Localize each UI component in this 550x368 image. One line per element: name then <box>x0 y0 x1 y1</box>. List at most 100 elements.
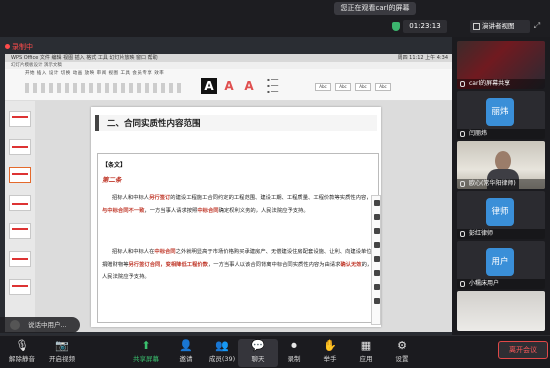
highlighted-text: 中标合同 <box>197 207 219 214</box>
mac-menu-bar: WPS Office 文件 编辑 视图 插入 格式 工具 幻灯片放映 窗口 帮助… <box>5 54 452 62</box>
participant-tile[interactable]: 律师 彭红律师 <box>457 191 545 239</box>
text-style-a-red-icon: A <box>224 79 234 93</box>
apps-icon: ▦ <box>360 339 372 352</box>
slide-thumbnails <box>5 101 35 332</box>
avatar: 丽炜 <box>486 98 514 126</box>
highlighted-text: 与中标合同不一致 <box>102 207 145 214</box>
mac-clock: 周四 11:12 上午 4:34 <box>397 55 448 61</box>
start-video-button[interactable]: 📷 开启视频 <box>42 339 82 367</box>
mic-muted-icon: 🎙 <box>15 339 29 352</box>
share-screen-label: 共享屏幕 <box>133 355 159 363</box>
speaker-avatar-icon <box>10 320 20 330</box>
clause-label: 【条文】 <box>102 162 127 169</box>
participant-panel: carl的屏幕共享 丽炜 闫丽炜 欧心(常华阳律师) 律师 彭红律师 用户 小糯… <box>452 37 550 335</box>
recording-indicator: 录制中 <box>5 42 33 52</box>
apps-button[interactable]: ▦ 应用 <box>346 339 386 367</box>
slide-thumbnail <box>9 251 31 267</box>
record-icon: ⏺ <box>291 339 297 352</box>
paragraph-1: 招标人和中标人另行签订的建设工程施工合同约定的工程范围、建设工期、工程质量、工程… <box>102 192 374 217</box>
slide-thumbnail <box>9 139 31 155</box>
tool-icon[interactable] <box>374 228 380 234</box>
fullscreen-icon[interactable]: ⤢ <box>532 21 542 31</box>
participant-name-bar: 闫丽炜 <box>457 129 545 139</box>
slide-title: 二、合同实质性内容范围 <box>107 119 201 129</box>
settings-button[interactable]: ⚙ 设置 <box>382 339 422 367</box>
paragraph-text: ，一方当事人请求按照 <box>144 207 198 214</box>
participant-tile[interactable] <box>457 291 545 331</box>
invite-label: 邀请 <box>179 355 193 363</box>
slide-thumbnail <box>9 195 31 211</box>
highlighted-text: 确认无效 <box>340 261 362 268</box>
leave-meeting-button[interactable]: 离开会议 <box>498 341 548 359</box>
tool-icon[interactable] <box>374 284 380 290</box>
paragraph-text: 招标人和中标人在 <box>112 249 155 255</box>
raise-hand-label: 举手 <box>323 355 337 363</box>
participant-name: 闫丽炜 <box>469 130 488 137</box>
tool-icon[interactable] <box>374 298 380 304</box>
shared-screen: 录制中 WPS Office 文件 编辑 视图 插入 格式 工具 幻灯片放映 窗… <box>0 37 452 335</box>
settings-label: 设置 <box>395 355 409 363</box>
meeting-toolbar: 🎙 解除静音 📷 开启视频 ⬆ 共享屏幕 👤 邀请 👥 成员(39) 💬 聊天 ⏺ 录制 ✋ 举… <box>0 335 550 368</box>
participant-name: 欧心(常华阳律师) <box>469 180 516 187</box>
speaker-view-button[interactable]: 演讲者视图 <box>470 20 530 33</box>
chat-button[interactable]: 💬 聊天 <box>238 339 278 367</box>
participant-tile[interactable]: 用户 小糯床用户 <box>457 241 545 289</box>
ribbon-menu: 开始 插入 设计 切换 动画 放映 审阅 视图 工具 会员专享 效率 <box>25 71 165 76</box>
mic-icon <box>460 81 465 87</box>
unmute-label: 解除静音 <box>9 355 35 363</box>
raise-hand-button[interactable]: ✋ 举手 <box>310 339 350 367</box>
tool-icon[interactable] <box>374 256 380 262</box>
slide-canvas: 二、合同实质性内容范围 【条文】 第二条 招标人和中标人另行签订的建设工程施工合… <box>35 101 452 332</box>
participant-name-bar: 小糯床用户 <box>457 279 545 289</box>
slide-content-box: 【条文】 第二条 招标人和中标人另行签订的建设工程施工合同约定的工程范围、建设工… <box>97 153 379 323</box>
members-button[interactable]: 👥 成员(39) <box>202 339 242 367</box>
wps-tab-bar: 幻灯片模板设计 演示文稿 <box>5 62 452 69</box>
record-dot-icon <box>5 44 10 49</box>
text-style-a-dark-icon: A <box>201 78 217 94</box>
article-heading: 第二条 <box>102 176 122 184</box>
record-button[interactable]: ⏺ 录制 <box>274 339 314 367</box>
tool-icon[interactable] <box>374 200 380 206</box>
paragraph-2: 招标人和中标人在中标合同之外就明显高于市场价格购买承建房产、无偿建设住房配套设施… <box>102 246 374 284</box>
tool-icon[interactable] <box>374 214 380 220</box>
raise-hand-icon: ✋ <box>323 339 337 352</box>
members-label: 成员(39) <box>208 355 236 363</box>
unmute-button[interactable]: 🎙 解除静音 <box>2 339 42 367</box>
participant-name: carl的屏幕共享 <box>469 80 511 87</box>
paragraph-text: 的建设工程施工合同约定的工程范围、建设工期、工程质量、工程价款等实质性内容， <box>170 195 372 201</box>
speaker-view-label: 演讲者视图 <box>482 22 515 30</box>
share-screen-button[interactable]: ⬆ 共享屏幕 <box>126 339 166 367</box>
ribbon-style-box: Abc <box>315 83 331 91</box>
apps-label: 应用 <box>359 355 373 363</box>
mic-icon <box>460 131 465 137</box>
participant-name-bar: carl的屏幕共享 <box>457 79 545 89</box>
camera-off-icon: 📷 <box>55 339 69 352</box>
record-label: 录制 <box>287 355 301 363</box>
meeting-timer: 01:23:13 <box>403 20 447 33</box>
recording-label: 录制中 <box>12 43 33 51</box>
highlighted-text: 另行签订 <box>149 195 171 201</box>
ribbon-tools <box>25 83 185 93</box>
participant-tile[interactable]: 丽炜 闫丽炜 <box>457 91 545 139</box>
participant-name-bar: 彭红律师 <box>457 229 545 239</box>
chat-icon: 💬 <box>251 339 265 352</box>
participant-tile[interactable]: carl的屏幕共享 <box>457 41 545 89</box>
tool-icon[interactable] <box>374 270 380 276</box>
invite-icon: 👤 <box>179 339 193 352</box>
mac-menu-items: WPS Office 文件 编辑 视图 插入 格式 工具 幻灯片放映 窗口 帮助 <box>11 55 158 61</box>
share-screen-icon: ⬆ <box>141 339 151 352</box>
participant-video <box>457 291 545 331</box>
slide-thumbnail <box>9 111 31 127</box>
avatar: 用户 <box>486 248 514 276</box>
meeting-window: 您正在观看carl的屏幕 01:23:13 演讲者视图 ⤢ 录制中 WPS Of… <box>0 0 550 368</box>
mic-icon <box>460 231 465 237</box>
ribbon-style-box: Abc <box>355 83 371 91</box>
highlighted-text: 中标合同 <box>154 249 176 255</box>
tool-icon[interactable] <box>374 242 380 248</box>
start-video-label: 开启视频 <box>49 355 75 363</box>
invite-button[interactable]: 👤 邀请 <box>166 339 206 367</box>
slide: 二、合同实质性内容范围 【条文】 第二条 招标人和中标人另行签订的建设工程施工合… <box>91 107 381 327</box>
slide-thumbnail <box>9 167 31 183</box>
mic-icon <box>460 181 465 187</box>
participant-tile[interactable]: 欧心(常华阳律师) <box>457 141 545 189</box>
